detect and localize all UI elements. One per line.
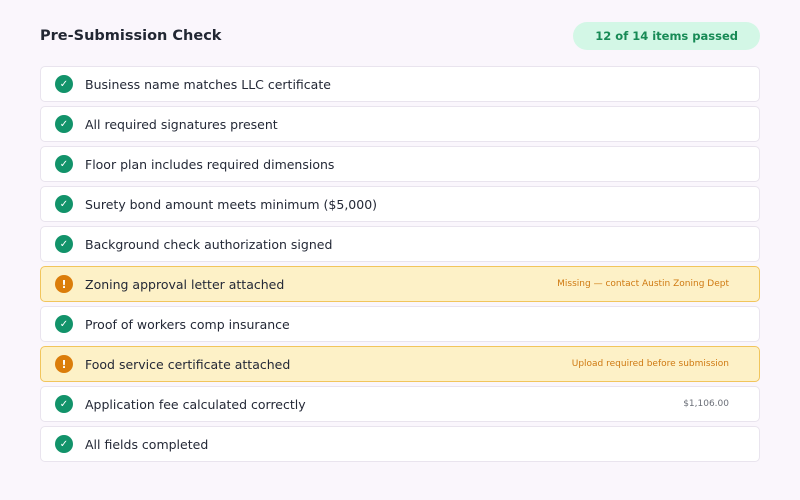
check-item-label: Floor plan includes required dimensions [85,156,335,172]
check-icon: ✓ [55,75,73,93]
check-item[interactable]: ✓ All fields completed [40,426,760,462]
check-item-label: Proof of workers comp insurance [85,316,290,332]
check-list: ✓ Business name matches LLC certificate ✓ A… [40,66,760,462]
check-item-label: Zoning approval letter attached [85,276,285,292]
check-icon: ✓ [55,235,73,253]
summary-badge: 12 of 14 items passed [573,22,760,50]
check-item-warning-note: Missing — contact Austin Zoning Dept [557,279,729,289]
check-icon: ✓ [55,115,73,133]
check-item[interactable]: ✓ Background check authorization signed [40,226,760,262]
check-item-label: Business name matches LLC certificate [85,76,331,92]
check-icon: ✓ [55,315,73,333]
check-item[interactable]: ✓ Floor plan includes required dimensions [40,146,760,182]
warning-icon: ! [55,355,73,373]
check-item[interactable]: ✓ Business name matches LLC certificate [40,66,760,102]
check-item-label: Application fee calculated correctly [85,396,306,412]
check-item[interactable]: ✓ Application fee calculated correctly $1,… [40,386,760,422]
check-item-label: Background check authorization signed [85,236,333,252]
header: Pre-Submission Check 12 of 14 items pass… [40,22,760,50]
check-item-label: All fields completed [85,436,209,452]
check-item[interactable]: ✓ Surety bond amount meets minimum ($5,00… [40,186,760,222]
check-item[interactable]: ✓ All required signatures present [40,106,760,142]
warning-icon: ! [55,275,73,293]
page-title: Pre-Submission Check [40,28,222,44]
check-item[interactable]: ✓ Proof of workers comp insurance [40,306,760,342]
check-icon: ✓ [55,155,73,173]
check-item-label: Food service certificate attached [85,356,291,372]
check-icon: ✓ [55,195,73,213]
check-item-warning-note: Upload required before submission [571,359,729,369]
check-icon: ✓ [55,395,73,413]
check-item[interactable]: ! Zoning approval letter attached Missing … [40,266,760,302]
check-item-label: All required signatures present [85,116,278,132]
check-item[interactable]: ! Food service certificate attached Upload… [40,346,760,382]
pre-submission-check-panel: Pre-Submission Check 12 of 14 items pass… [0,0,800,500]
check-item-value: $1,106.00 [683,399,729,409]
check-item-label: Surety bond amount meets minimum ($5,000… [85,196,378,212]
check-icon: ✓ [55,435,73,453]
